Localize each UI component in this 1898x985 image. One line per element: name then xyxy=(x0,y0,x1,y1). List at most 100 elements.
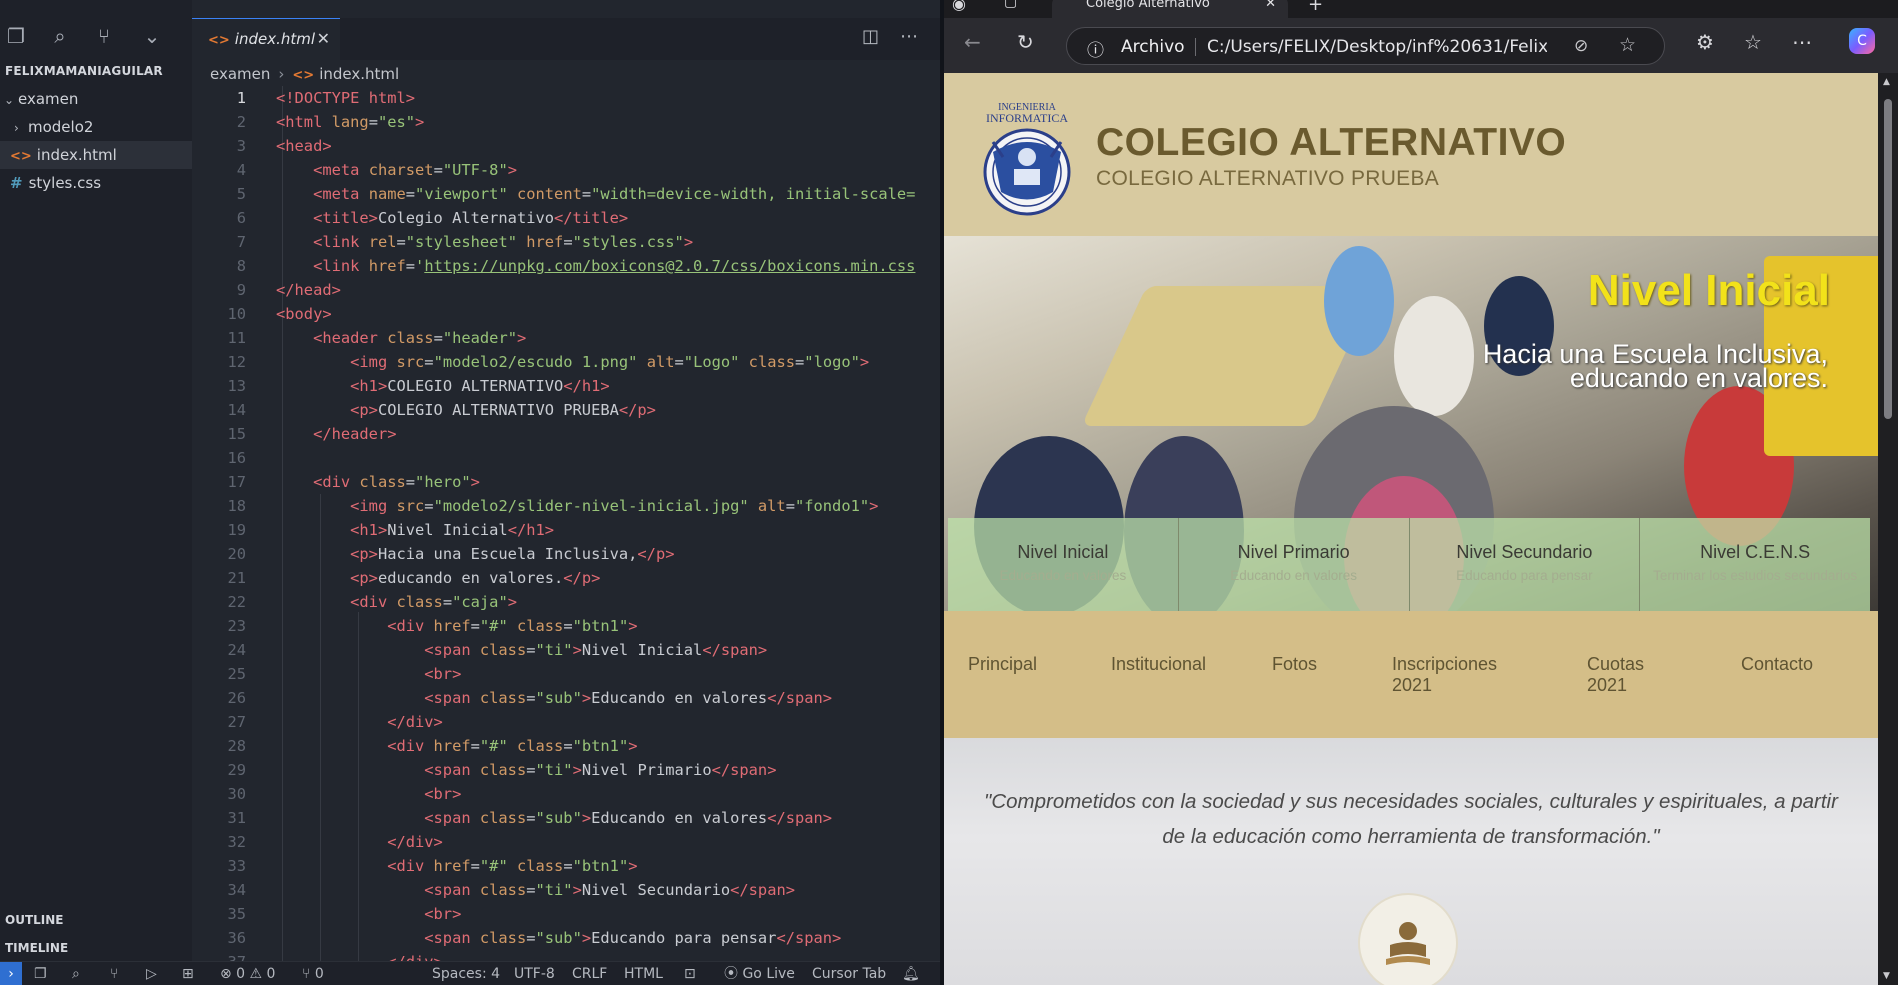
address-bar[interactable]: ⓘ Archivo C:/Users/FELIX/Desktop/inf%206… xyxy=(1066,27,1665,65)
tree-label: examen xyxy=(18,90,79,108)
quote-section: "Comprometidos con la sociedad y sus nec… xyxy=(944,738,1878,985)
menu-item-institucional[interactable]: Institucional xyxy=(1111,654,1206,675)
code-line: 35 <br> xyxy=(227,905,462,923)
chevron-down-icon[interactable]: ⌄ xyxy=(138,22,166,50)
page-scrollbar[interactable]: ▲ ▼ xyxy=(1878,73,1898,985)
code-editor[interactable]: 1 <!DOCTYPE html> 2 <html lang="es"> 3 <hea… xyxy=(192,86,940,961)
extensions-icon[interactable]: ⚙︎ xyxy=(1696,30,1714,54)
tree-file-index-html[interactable]: <> index.html xyxy=(0,141,192,169)
code-link[interactable]: https://unpkg.com/boxicons@2.0.7/css/box… xyxy=(424,257,915,275)
explorer-icon[interactable]: ❐ xyxy=(2,22,30,50)
copilot-icon[interactable]: C xyxy=(1849,28,1875,54)
menu-item-cuotas[interactable]: Cuotas 2021 xyxy=(1587,654,1657,696)
code-line: 21 <p>educando en valores.</p> xyxy=(227,569,601,587)
tree-file-styles-css[interactable]: # styles.css xyxy=(0,169,192,197)
tree-label: styles.css xyxy=(28,174,102,192)
favorites-icon[interactable]: ☆ xyxy=(1744,30,1762,54)
level-subtitle: Educando en valores xyxy=(999,568,1127,583)
level-title: Nivel Primario xyxy=(1237,542,1350,562)
site-subtitle: COLEGIO ALTERNATIVO PRUEBA xyxy=(1096,167,1440,190)
favorite-star-icon[interactable]: ☆ xyxy=(1619,34,1636,56)
code-line: 5 <meta name="viewport" content="width=d… xyxy=(236,185,916,203)
scroll-up-icon[interactable]: ▲ xyxy=(1883,77,1890,87)
code-line: 24 <span class="ti">Nivel Inicial</span> xyxy=(227,641,768,659)
code-line: 23 <div href="#" class="btn1"> xyxy=(227,617,638,635)
bell-icon[interactable]: 🔔︎ xyxy=(902,962,920,985)
level-button-secundario[interactable]: Nivel Secundario Educando para pensar xyxy=(1409,518,1641,611)
tracking-prevention-icon[interactable]: ⊘ xyxy=(1574,36,1588,56)
level-button-cens[interactable]: Nivel C.E.N.S Terminar los estudios secu… xyxy=(1640,518,1870,611)
feedback-icon[interactable]: ⊡ xyxy=(684,962,696,985)
search-icon[interactable]: ⌕ xyxy=(72,962,80,985)
back-icon[interactable]: ← xyxy=(964,30,981,54)
school-logo: INGENIERIA INFORMATICA xyxy=(968,97,1086,217)
remote-indicator-icon[interactable]: › xyxy=(0,962,22,985)
broadcast-icon: ⦿ xyxy=(724,966,743,982)
code-line: 33 <div href="#" class="btn1"> xyxy=(227,857,638,875)
code-line: 25 <br> xyxy=(227,665,462,683)
source-control-icon[interactable]: ⑂ xyxy=(90,22,118,50)
browser-tab-strip: ◉ ▢ Colegio Alternativo ✕ + xyxy=(944,0,1898,18)
menu-item-contacto[interactable]: Contacto xyxy=(1741,654,1813,675)
close-icon[interactable]: ✕ xyxy=(317,19,330,59)
level-title: Nivel C.E.N.S xyxy=(1700,542,1811,562)
tree-label: modelo2 xyxy=(28,118,94,136)
code-line: 34 <span class="ti">Nivel Secundario</sp… xyxy=(227,881,795,899)
indentation-status[interactable]: Spaces: 4 xyxy=(432,962,500,985)
level-title: Nivel Secundario xyxy=(1456,542,1593,562)
menu-item-principal[interactable]: Principal xyxy=(968,654,1037,675)
info-icon[interactable]: ⓘ xyxy=(1087,36,1104,61)
editor-tab-bar: <> index.html ✕ ◫ ⋯ xyxy=(192,18,940,60)
scroll-down-icon[interactable]: ▼ xyxy=(1883,971,1890,981)
ports-status[interactable]: ⑂ 0 xyxy=(302,962,324,985)
status-bar: › ❐ ⌕ ⑂ ▷ ⊞ ⊗ 0 ⚠ 0 ⑂ 0 Spaces: 4 UTF-8 … xyxy=(0,961,940,985)
new-tab-icon[interactable]: + xyxy=(1308,0,1323,15)
more-actions-icon[interactable]: ⋯ xyxy=(900,26,918,47)
scroll-thumb[interactable] xyxy=(1884,99,1892,419)
tab-index-html[interactable]: <> index.html ✕ xyxy=(192,18,340,60)
profile-icon[interactable]: ◉ xyxy=(952,0,966,13)
browser-tab[interactable]: Colegio Alternativo ✕ xyxy=(1052,0,1288,18)
menu-item-fotos[interactable]: Fotos xyxy=(1272,654,1317,675)
refresh-icon[interactable]: ↻ xyxy=(1017,30,1034,54)
vscode-window: ❐ ⌕ ⑂ ⌄ FELIXMAMANIAGUILAR ⌄ examen › mode… xyxy=(0,0,940,985)
tree-folder-modelo2[interactable]: › modelo2 xyxy=(0,113,192,141)
code-line: 10 <body> xyxy=(227,305,332,323)
extensions-icon[interactable]: ⊞ xyxy=(182,962,194,985)
code-line: 22 <div class="caja"> xyxy=(227,593,517,611)
level-button-primario[interactable]: Nivel Primario Educando en valores xyxy=(1178,518,1410,611)
layout-icon[interactable]: ❐ xyxy=(34,962,47,985)
code-line: 37 </div> xyxy=(192,950,442,961)
branch-icon[interactable]: ⑂ xyxy=(110,962,118,985)
code-line: 9 </head> xyxy=(236,281,341,299)
breadcrumb-file[interactable]: index.html xyxy=(319,65,399,83)
level-button-inicial[interactable]: Nivel Inicial Educando en valores xyxy=(948,518,1179,611)
timeline-section[interactable]: TIMELINE xyxy=(5,941,68,955)
tree-folder-examen[interactable]: ⌄ examen xyxy=(0,85,192,113)
css-file-icon: # xyxy=(10,174,23,192)
code-line: 36 <span class="sub">Educando para pensa… xyxy=(227,929,842,947)
url-text[interactable]: C:/Users/FELIX/Desktop/inf%20631/FelixM.… xyxy=(1207,37,1547,57)
run-icon[interactable]: ▷ xyxy=(146,962,157,985)
outline-section[interactable]: OUTLINE xyxy=(5,913,63,927)
breadcrumb-folder[interactable]: examen xyxy=(210,65,270,83)
hero-title: Nivel Inicial xyxy=(1587,266,1830,315)
language-status[interactable]: HTML xyxy=(624,962,663,985)
eol-status[interactable]: CRLF xyxy=(572,962,607,985)
go-live-button[interactable]: ⦿ Go Live xyxy=(724,962,795,985)
menu-item-inscripciones[interactable]: Inscripciones 2021 xyxy=(1392,654,1502,696)
search-icon[interactable]: ⌕ xyxy=(46,22,74,50)
address-scheme-label: Archivo xyxy=(1121,37,1185,57)
cursor-tab-status[interactable]: Cursor Tab xyxy=(812,962,886,985)
split-editor-icon[interactable]: ◫ xyxy=(862,26,879,47)
tab-actions-icon[interactable]: ▢ xyxy=(1004,0,1017,10)
code-line: 16 xyxy=(227,449,246,467)
code-line: 32 </div> xyxy=(227,833,443,851)
page-viewport: INGENIERIA INFORMATICA COLEGIO ALTERNATI… xyxy=(944,73,1878,985)
mission-quote: "Comprometidos con la sociedad y sus nec… xyxy=(984,790,1838,848)
problems-status[interactable]: ⊗ 0 ⚠ 0 xyxy=(220,962,275,985)
chevron-down-icon: ⌄ xyxy=(4,93,15,107)
encoding-status[interactable]: UTF-8 xyxy=(514,962,555,985)
more-menu-icon[interactable]: ⋯ xyxy=(1792,30,1812,54)
close-icon[interactable]: ✕ xyxy=(1265,0,1276,11)
